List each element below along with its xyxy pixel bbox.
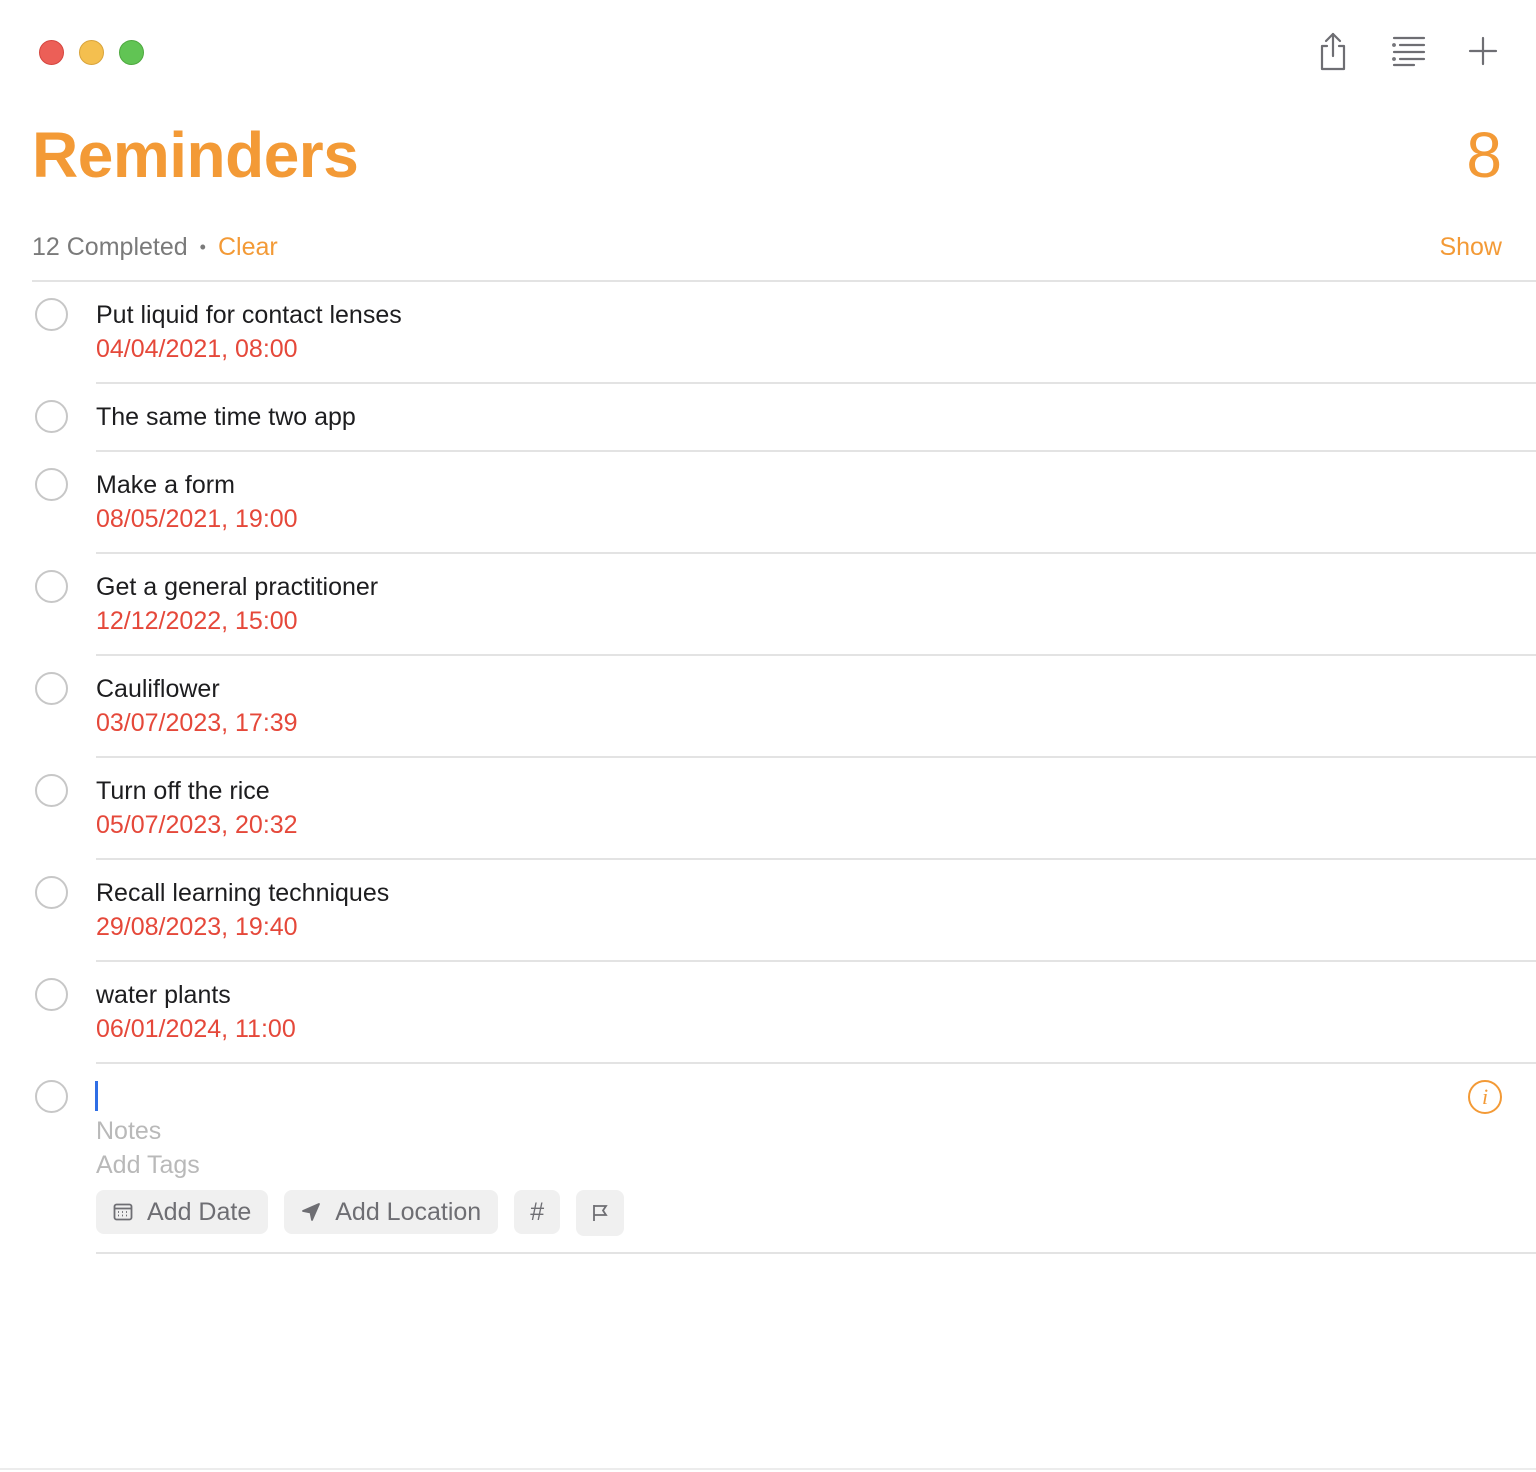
show-completed-button[interactable]: Show xyxy=(1439,233,1502,262)
add-tags-field[interactable]: Add Tags xyxy=(96,1151,200,1180)
attribute-chips: Add Date Add Location # xyxy=(96,1190,625,1236)
close-window-button[interactable] xyxy=(39,40,64,65)
add-icon xyxy=(1468,36,1498,66)
new-reminder-editor: Notes Add Tags i Add Date Add Location # xyxy=(0,1064,1536,1254)
reminder-item[interactable]: Cauliflower 03/07/2023, 17:39 xyxy=(0,656,1536,758)
zoom-window-button[interactable] xyxy=(119,40,144,65)
hash-icon: # xyxy=(530,1197,545,1226)
reminder-date: 05/07/2023, 20:32 xyxy=(96,811,298,839)
reminder-date: 08/05/2021, 19:00 xyxy=(96,505,298,533)
add-date-label: Add Date xyxy=(147,1197,252,1226)
reminder-title[interactable]: Get a general practitioner xyxy=(96,573,378,602)
reminder-item[interactable]: Get a general practitioner 12/12/2022, 1… xyxy=(0,554,1536,656)
add-location-label: Add Location xyxy=(335,1197,482,1226)
reminder-checkbox[interactable] xyxy=(35,774,68,807)
flag-icon xyxy=(593,1205,608,1221)
new-reminder-checkbox[interactable] xyxy=(35,1080,68,1113)
reminder-count: 8 xyxy=(1466,119,1502,191)
add-tag-button[interactable]: # xyxy=(514,1190,561,1234)
minimize-window-button[interactable] xyxy=(79,40,104,65)
new-reminder-title-input[interactable] xyxy=(100,1078,1400,1112)
reminder-item[interactable]: The same time two app xyxy=(0,384,1536,452)
reminder-item[interactable]: Turn off the rice 05/07/2023, 20:32 xyxy=(0,758,1536,860)
reminder-item[interactable]: water plants 06/01/2024, 11:00 xyxy=(0,962,1536,1064)
reminder-list: Put liquid for contact lenses 04/04/2021… xyxy=(0,282,1536,1064)
reminder-title[interactable]: Cauliflower xyxy=(96,675,220,704)
notes-field[interactable]: Notes xyxy=(96,1117,161,1146)
flag-button[interactable] xyxy=(576,1190,625,1236)
reminder-title[interactable]: Turn off the rice xyxy=(96,777,270,806)
reminder-title[interactable]: The same time two app xyxy=(96,403,356,432)
window-controls xyxy=(39,40,144,65)
list-view-button[interactable] xyxy=(1386,28,1432,74)
reminder-item[interactable]: Put liquid for contact lenses 04/04/2021… xyxy=(0,282,1536,384)
reminder-date: 06/01/2024, 11:00 xyxy=(96,1015,296,1043)
reminder-date: 04/04/2021, 08:00 xyxy=(96,335,298,363)
reminder-item[interactable]: Recall learning techniques 29/08/2023, 1… xyxy=(0,860,1536,962)
reminder-checkbox[interactable] xyxy=(35,672,68,705)
text-caret xyxy=(95,1081,98,1111)
reminder-title[interactable]: Recall learning techniques xyxy=(96,879,389,908)
completed-count: 12 Completed xyxy=(32,232,188,261)
reminder-checkbox[interactable] xyxy=(35,570,68,603)
clear-completed-button[interactable]: Clear xyxy=(218,233,278,262)
list-view-icon xyxy=(1392,36,1426,67)
completed-bar: 12 Completed • Clear Show xyxy=(32,230,1502,264)
share-icon xyxy=(1320,32,1346,71)
reminder-title[interactable]: Put liquid for contact lenses xyxy=(96,301,402,330)
reminder-title[interactable]: water plants xyxy=(96,981,231,1010)
reminder-date: 03/07/2023, 17:39 xyxy=(96,709,298,737)
reminder-checkbox[interactable] xyxy=(35,400,68,433)
add-date-button[interactable]: Add Date xyxy=(96,1190,269,1234)
share-button[interactable] xyxy=(1310,28,1356,74)
location-arrow-icon xyxy=(302,1203,321,1221)
reminder-date: 12/12/2022, 15:00 xyxy=(96,607,298,635)
reminder-checkbox[interactable] xyxy=(35,298,68,331)
reminder-checkbox[interactable] xyxy=(35,468,68,501)
separator-dot: • xyxy=(199,236,206,257)
reminder-item[interactable]: Make a form 08/05/2021, 19:00 xyxy=(0,452,1536,554)
info-button[interactable]: i xyxy=(1468,1080,1502,1114)
reminder-date: 29/08/2023, 19:40 xyxy=(96,913,298,941)
add-reminder-button[interactable] xyxy=(1460,28,1506,74)
reminder-checkbox[interactable] xyxy=(35,876,68,909)
reminder-title[interactable]: Make a form xyxy=(96,471,235,500)
list-title: Reminders xyxy=(32,119,359,191)
reminder-checkbox[interactable] xyxy=(35,978,68,1011)
window-bottom-edge xyxy=(0,1468,1536,1470)
add-location-button[interactable]: Add Location xyxy=(284,1190,499,1234)
calendar-icon xyxy=(113,1203,133,1221)
info-icon: i xyxy=(1481,1084,1489,1109)
row-divider xyxy=(96,1252,1536,1254)
